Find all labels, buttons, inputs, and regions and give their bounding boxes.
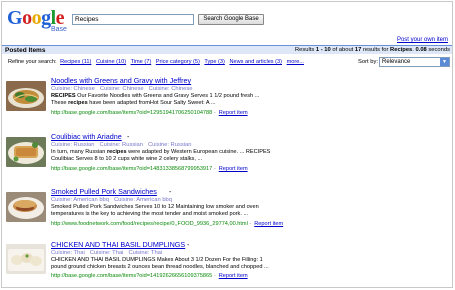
result-description: Smoked Pulled Pork Sandwiches Serves 10 … (51, 204, 259, 218)
food-photo-pulled-pork[interactable] (6, 192, 46, 222)
refine-more[interactable]: more... (287, 59, 304, 65)
refine-price-category[interactable]: Price category (5) (156, 59, 200, 65)
refine-news-articles[interactable]: News and articles (3) (229, 59, 282, 65)
result-url: http://base.google.com/base/items?oid=14… (51, 273, 248, 279)
report-item-link[interactable]: Report item (254, 221, 283, 227)
search-input[interactable] (72, 14, 194, 25)
section-title: Posted Items (5, 47, 46, 54)
posted-items-bar: Posted Items Results 1 - 10 of about 17 … (2, 45, 452, 54)
refine-recipes[interactable]: Recipes (11) (60, 59, 91, 65)
result-url: http://base.google.com/base/items?oid=12… (51, 110, 248, 116)
result-url: http://www.foodnetwork.com/food/recipes/… (51, 221, 284, 227)
report-item-link[interactable]: Report item (219, 166, 248, 172)
result-url: http://base.google.com/base/items?oid=14… (51, 166, 248, 172)
sort-value: Relevance (382, 59, 411, 65)
search-button[interactable]: Search Google Base (198, 14, 264, 25)
logo-base-label: Base (51, 26, 67, 33)
chevron-down-icon[interactable]: ▼ (440, 58, 449, 66)
result-description: RECIPES Our Favorite Noodles with Greens… (51, 93, 260, 107)
refine-row: Refine your search: Recipes (11) Cuisine… (8, 59, 307, 65)
result-description: CHICKEN AND THAI BASIL DUMPLINGS Makes A… (51, 257, 269, 271)
food-photo-dumplings[interactable] (6, 244, 46, 274)
refine-cuisine[interactable]: Cuisine (10) (96, 59, 126, 65)
sort-label: Sort by: (358, 59, 378, 65)
result-description: In turn, many Russian recipes were adapt… (51, 149, 271, 163)
result-meta: Cuisine: Russian Cuisine: Russian Cuisine:… (51, 142, 192, 148)
food-photo-coulibiac[interactable] (6, 137, 46, 167)
google-logo[interactable]: Google (7, 8, 65, 28)
sort-select[interactable]: Relevance ▼ (379, 57, 450, 67)
refine-label: Refine your search: (8, 59, 57, 65)
post-item-link[interactable]: Post your own item (397, 37, 448, 43)
result-title[interactable]: Smoked Pulled Pork Sandwiches (51, 187, 157, 196)
result-meta: Cuisine: Chinese Cuisine: Chinese Cuisine:… (51, 86, 193, 92)
page-frame: Google Base Search Google Base Post your… (1, 1, 453, 288)
food-photo-noodles[interactable] (6, 81, 46, 111)
report-item-link[interactable]: Report item (219, 273, 248, 279)
result-title[interactable]: Noodles with Greens and Gravy with Jeffr… (51, 76, 191, 85)
refine-time[interactable]: Time (7) (131, 59, 152, 65)
result-title[interactable]: Coulibiac with Ariadne (51, 132, 122, 141)
result-meta: Cuisine: Thai Cuisine: Thai Cuisine: Thai (51, 250, 163, 256)
results-summary: Results 1 - 10 of about 17 results for R… (294, 47, 450, 53)
result-title[interactable]: CHICKEN AND THAI BASIL DUMPLINGS (51, 240, 185, 249)
refine-type[interactable]: Type (3) (204, 59, 225, 65)
result-meta: Cuisine: American bbq Cuisine: American b… (51, 197, 172, 203)
report-item-link[interactable]: Report item (219, 110, 248, 116)
